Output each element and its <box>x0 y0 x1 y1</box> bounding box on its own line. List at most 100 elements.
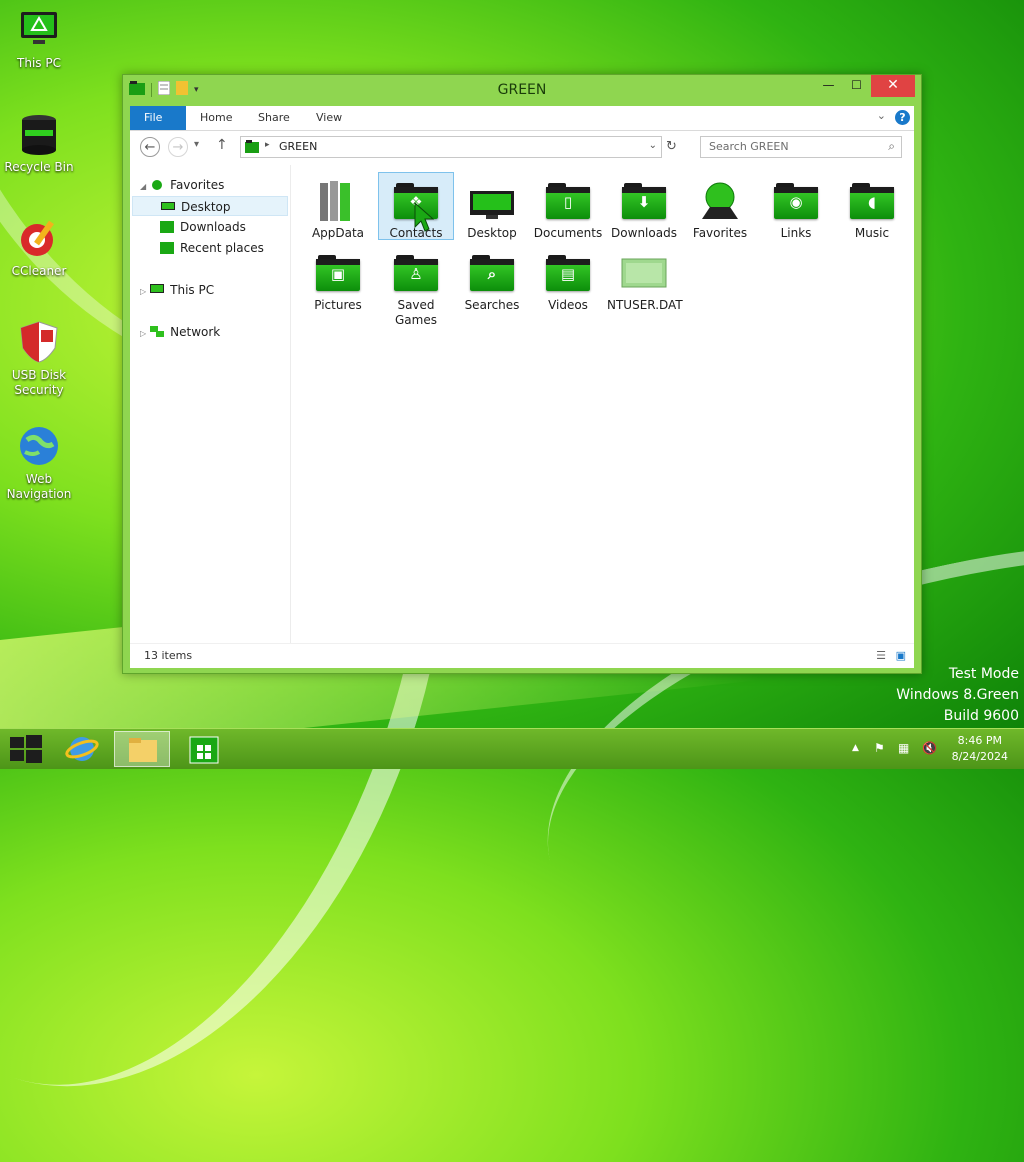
up-button[interactable]: ↑ <box>216 137 228 153</box>
nav-favorites-desktop[interactable]: Desktop <box>132 196 288 216</box>
desktop-icon-recycle-bin[interactable]: Recycle Bin <box>4 112 74 175</box>
folder-downloads[interactable]: ⬇ Downloads <box>607 173 681 241</box>
network-status-icon[interactable]: ▦ <box>898 741 909 755</box>
search-input[interactable]: Search GREEN <box>709 140 789 153</box>
start-button[interactable] <box>0 731 56 767</box>
folder-videos[interactable]: ▤ Videos <box>531 245 605 313</box>
forward-button[interactable]: → <box>168 137 188 157</box>
downloads-folder-icon: ⬇ <box>620 179 668 223</box>
navigation-bar: ← → ▾ ↑ ▸ GREEN ⌄ ↻ Search GREEN ⌕ <box>130 131 914 165</box>
expand-icon[interactable]: ▷ <box>140 287 146 296</box>
nav-network[interactable]: ▷ Network <box>140 322 220 342</box>
item-count: 13 items <box>144 649 193 662</box>
status-bar: 13 items ☰ ▣ <box>130 643 914 668</box>
file-icon <box>620 251 668 295</box>
action-center-flag-icon[interactable]: ⚑ <box>874 741 885 755</box>
recent-places-icon <box>160 240 174 254</box>
details-view-icon[interactable]: ☰ <box>876 649 886 662</box>
address-bar[interactable]: ▸ GREEN ⌄ <box>240 136 662 158</box>
star-icon <box>150 177 164 190</box>
folder-searches[interactable]: ⌕ Searches <box>455 245 529 313</box>
windows-logo-icon <box>10 735 42 763</box>
internet-explorer-icon <box>65 737 99 761</box>
desktop-icon-label: Recycle Bin <box>4 160 74 174</box>
favorites-folder-icon <box>696 179 744 223</box>
file-list: AppData ❖ Contacts Desktop ▯ Documents ⬇… <box>293 165 914 643</box>
folder-music[interactable]: ◖ Music <box>835 173 909 241</box>
desktop-watermark: Test Mode Windows 8.Green Build 9600 <box>896 666 1019 724</box>
monitor-icon <box>150 282 165 294</box>
folder-documents[interactable]: ▯ Documents <box>531 173 605 241</box>
nav-favorites-downloads[interactable]: Downloads <box>160 217 246 237</box>
shield-icon <box>17 320 61 364</box>
expand-icon[interactable]: ▷ <box>140 329 146 338</box>
searches-folder-icon: ⌕ <box>468 251 516 295</box>
show-hidden-icons[interactable]: ▲ <box>852 743 859 753</box>
folder-favorites[interactable]: Favorites <box>683 173 757 241</box>
window-title: GREEN <box>497 82 547 98</box>
minimize-button[interactable]: — <box>815 75 842 97</box>
tab-share[interactable]: Share <box>244 106 304 130</box>
desktop-icon-this-pc[interactable]: This PC <box>4 8 74 71</box>
store-icon <box>189 736 219 764</box>
desktop-icon-label: USB Disk Security <box>11 368 67 397</box>
tab-home[interactable]: Home <box>186 106 246 130</box>
nav-this-pc[interactable]: ▷ This PC <box>140 280 214 300</box>
monitor-icon <box>17 8 61 52</box>
refresh-icon[interactable]: ↻ <box>666 139 677 154</box>
videos-folder-icon: ▤ <box>544 251 592 295</box>
title-bar[interactable]: ▾ GREEN — ☐ ✕ <box>123 75 921 105</box>
large-icons-view-icon[interactable]: ▣ <box>896 649 906 662</box>
expand-icon[interactable]: ◢ <box>140 182 146 191</box>
content-area: ◢ Favorites Desktop Downloads Recent plac… <box>130 165 914 643</box>
nav-favorites-recent-places[interactable]: Recent places <box>160 238 264 258</box>
desktop-icon-label: Web Navigation <box>6 472 72 501</box>
desktop-icon-label: CCleaner <box>11 264 67 278</box>
breadcrumb-chevron-icon[interactable]: ▸ <box>265 140 270 150</box>
desktop-folder-icon <box>468 179 516 223</box>
desktop-icon <box>161 199 175 211</box>
system-clock[interactable]: 8:46 PM 8/24/2024 <box>952 733 1008 765</box>
music-folder-icon: ◖ <box>848 179 896 223</box>
search-icon[interactable]: ⌕ <box>888 139 895 154</box>
volume-muted-icon[interactable]: 🔇 <box>922 741 937 755</box>
close-button[interactable]: ✕ <box>871 75 915 97</box>
desktop-icon-label: This PC <box>17 56 61 70</box>
address-dropdown-icon[interactable]: ⌄ <box>649 140 657 151</box>
globe-icon <box>17 424 61 468</box>
ccleaner-icon <box>17 216 61 260</box>
desktop-icon-ccleaner[interactable]: CCleaner <box>4 216 74 279</box>
desktop-icon-usb-disk-security[interactable]: USB Disk Security <box>4 320 74 398</box>
tab-file[interactable]: File <box>130 106 186 130</box>
back-button[interactable]: ← <box>140 137 160 157</box>
folder-appdata[interactable]: AppData <box>301 173 375 241</box>
taskbar-file-explorer[interactable] <box>114 731 170 767</box>
file-explorer-icon <box>129 738 157 762</box>
folder-links[interactable]: ◉ Links <box>759 173 833 241</box>
nav-favorites[interactable]: ◢ Favorites <box>140 175 224 195</box>
downloads-icon <box>160 219 174 233</box>
recent-locations-dropdown[interactable]: ▾ <box>194 139 199 150</box>
search-box[interactable]: Search GREEN ⌕ <box>700 136 902 158</box>
expand-ribbon-icon[interactable]: ⌄ <box>877 109 886 122</box>
folder-saved-games[interactable]: ♙ Saved Games <box>379 245 453 328</box>
help-icon[interactable]: ? <box>895 110 910 125</box>
ribbon-tab-bar: File Home Share View ⌄ ? <box>130 106 914 131</box>
tab-view[interactable]: View <box>302 106 356 130</box>
folder-desktop[interactable]: Desktop <box>455 173 529 241</box>
taskbar-store[interactable] <box>176 731 232 767</box>
folder-pictures[interactable]: ▣ Pictures <box>301 245 375 313</box>
taskbar: ▲ ⚑ ▦ 🔇 8:46 PM 8/24/2024 <box>0 728 1024 769</box>
desktop-icon-web-navigation[interactable]: Web Navigation <box>4 424 74 502</box>
network-icon <box>150 324 165 337</box>
saved-games-folder-icon: ♙ <box>392 251 440 295</box>
taskbar-internet-explorer[interactable] <box>56 731 112 767</box>
breadcrumb[interactable]: GREEN <box>279 140 317 153</box>
documents-folder-icon: ▯ <box>544 179 592 223</box>
links-folder-icon: ◉ <box>772 179 820 223</box>
file-ntuser-dat[interactable]: NTUSER.DAT <box>607 245 683 313</box>
explorer-window: ▾ GREEN — ☐ ✕ File Home Share View ⌄ ? ←… <box>122 74 922 674</box>
recycle-bin-icon <box>17 112 61 156</box>
maximize-button[interactable]: ☐ <box>843 75 870 97</box>
navigation-pane: ◢ Favorites Desktop Downloads Recent plac… <box>130 165 291 643</box>
